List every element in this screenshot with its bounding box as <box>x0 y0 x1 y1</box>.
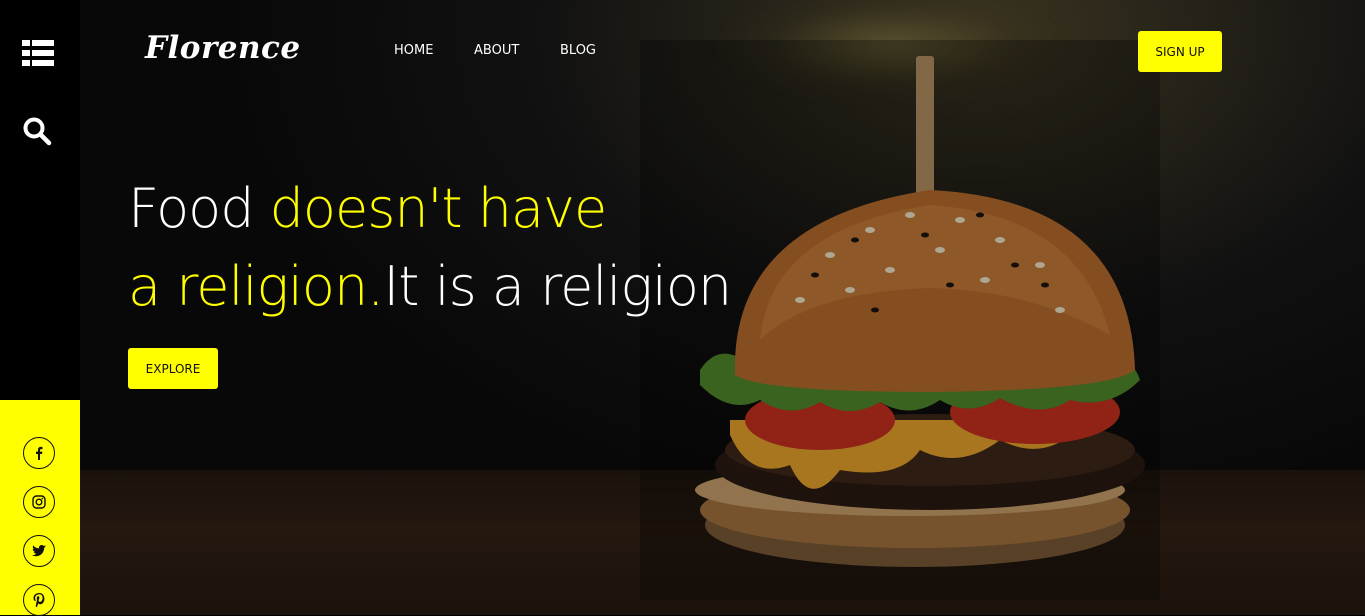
headline-line2-yellow: a religion. <box>128 255 384 318</box>
headline-line2-white: It is a religion <box>383 255 732 318</box>
social-links-panel <box>0 400 80 616</box>
facebook-icon[interactable] <box>23 437 55 469</box>
nav-about[interactable]: ABOUT <box>474 43 519 58</box>
pinterest-icon[interactable] <box>23 584 55 616</box>
sidebar <box>0 0 80 616</box>
search-icon[interactable] <box>22 116 52 146</box>
list-menu-icon[interactable] <box>22 40 54 66</box>
brand-logo[interactable]: Florence <box>145 30 301 66</box>
signup-button[interactable]: SIGN UP <box>1138 31 1222 72</box>
nav-home[interactable]: HOME <box>394 43 433 58</box>
instagram-icon[interactable] <box>23 486 55 518</box>
explore-button[interactable]: EXPLORE <box>128 348 218 389</box>
nav-blog[interactable]: BLOG <box>560 43 596 58</box>
twitter-icon[interactable] <box>23 535 55 567</box>
headline-line1-yellow: doesn't have <box>269 177 608 240</box>
headline-line1-white: Food <box>128 177 270 240</box>
hero-headline: Food doesn't have a religion.It is a rel… <box>128 170 732 326</box>
